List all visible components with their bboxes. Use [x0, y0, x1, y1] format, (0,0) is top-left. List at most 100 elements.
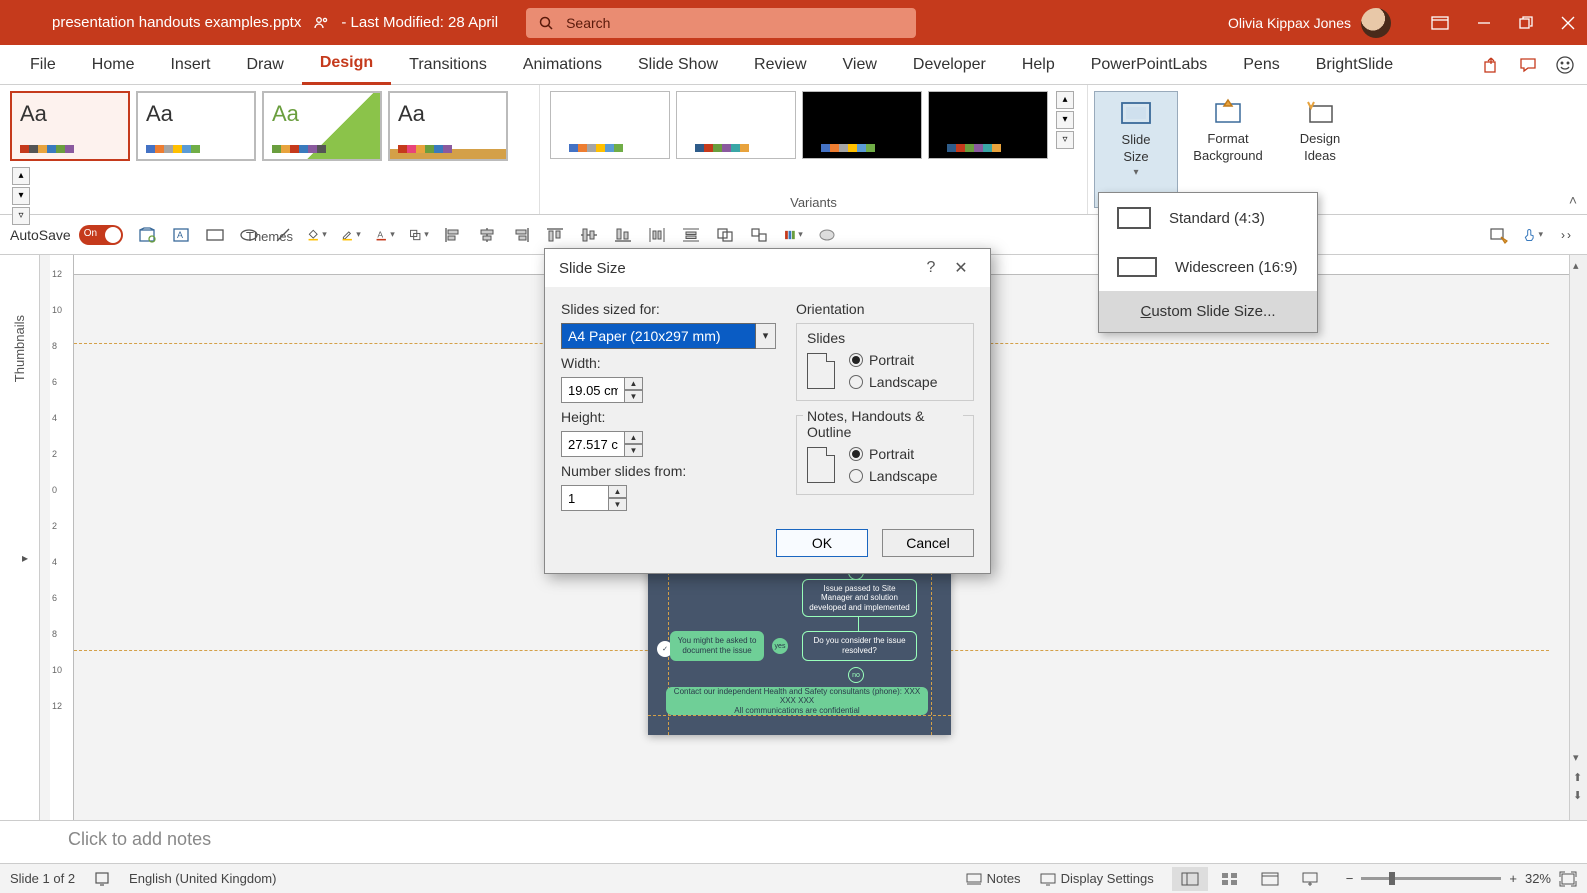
language-indicator[interactable]: English (United Kingdom) — [129, 871, 276, 886]
format-background-button[interactable]: Format Background — [1186, 91, 1270, 208]
numfrom-spinner[interactable]: ▲▼ — [609, 485, 627, 511]
chevron-right-icon[interactable]: ▸ — [22, 551, 28, 565]
align-center-h-icon[interactable] — [477, 225, 497, 245]
height-field[interactable]: ▲▼ — [561, 431, 647, 457]
variant-thumb[interactable] — [802, 91, 922, 159]
qat-icon[interactable] — [137, 225, 157, 245]
numfrom-field[interactable]: ▲▼ — [561, 485, 631, 511]
align-right-icon[interactable] — [511, 225, 531, 245]
slide-size-button[interactable]: Slide Size ▾ — [1094, 91, 1178, 208]
align-left-icon[interactable] — [443, 225, 463, 245]
sized-for-combo[interactable]: ▾ — [561, 323, 776, 349]
distribute-h-icon[interactable] — [647, 225, 667, 245]
search-box[interactable]: Search — [526, 8, 916, 38]
slides-portrait-radio[interactable]: Portrait — [849, 352, 938, 368]
slideshow-view-button[interactable] — [1292, 867, 1328, 891]
tab-insert[interactable]: Insert — [152, 45, 228, 85]
close-button[interactable] — [1561, 16, 1575, 30]
reading-view-button[interactable] — [1252, 867, 1288, 891]
tab-view[interactable]: View — [825, 45, 895, 85]
tab-pens[interactable]: Pens — [1225, 45, 1297, 85]
thumbnail-rail[interactable]: ▸ Thumbnails — [0, 255, 40, 820]
notes-pane[interactable]: Click to add notes — [0, 820, 1587, 863]
zoom-control[interactable]: − + 32% — [1346, 871, 1577, 887]
tab-draw[interactable]: Draw — [228, 45, 301, 85]
align-middle-icon[interactable] — [579, 225, 599, 245]
slide-size-custom[interactable]: Custom Slide Size... — [1099, 291, 1317, 332]
sized-for-input[interactable] — [561, 323, 756, 349]
slide-size-widescreen[interactable]: Widescreen (16:9) — [1099, 243, 1317, 291]
user-account[interactable]: Olivia Kippax Jones — [1228, 8, 1391, 38]
font-color-icon[interactable]: A — [375, 225, 395, 245]
distribute-v-icon[interactable] — [681, 225, 701, 245]
line-icon[interactable] — [273, 225, 293, 245]
normal-view-button[interactable] — [1172, 867, 1208, 891]
tab-brightslide[interactable]: BrightSlide — [1298, 45, 1411, 85]
tab-transitions[interactable]: Transitions — [391, 45, 505, 85]
overflow-icon[interactable]: ›› — [1557, 225, 1577, 245]
align-bottom-icon[interactable] — [613, 225, 633, 245]
ok-button[interactable]: OK — [776, 529, 868, 557]
variant-thumb[interactable] — [928, 91, 1048, 159]
cancel-button[interactable]: Cancel — [882, 529, 974, 557]
dialog-help-button[interactable]: ? — [916, 259, 946, 277]
fill-color-icon[interactable] — [307, 225, 327, 245]
notes-landscape-radio[interactable]: Landscape — [849, 468, 938, 484]
theme-thumb[interactable]: Aa — [10, 91, 130, 161]
accessibility-icon[interactable] — [93, 871, 111, 887]
numfrom-input[interactable] — [561, 485, 609, 511]
slides-landscape-radio[interactable]: Landscape — [849, 374, 938, 390]
design-ideas-button[interactable]: Design Ideas — [1278, 91, 1362, 208]
comments-icon[interactable] — [1519, 56, 1537, 74]
display-settings[interactable]: Display Settings — [1039, 871, 1154, 886]
zoom-in-icon[interactable]: + — [1509, 871, 1517, 886]
slide-indicator[interactable]: Slide 1 of 2 — [10, 871, 75, 886]
tab-review[interactable]: Review — [736, 45, 824, 85]
maximize-button[interactable] — [1519, 16, 1533, 30]
theme-thumb[interactable]: Aa — [136, 91, 256, 161]
sorter-view-button[interactable] — [1212, 867, 1248, 891]
zoom-percent[interactable]: 32% — [1525, 871, 1551, 886]
selection-pane-icon[interactable] — [1489, 225, 1509, 245]
align-top-icon[interactable] — [545, 225, 565, 245]
width-input[interactable] — [561, 377, 625, 403]
text-box-icon[interactable]: A — [171, 225, 191, 245]
theme-thumb[interactable]: Aa — [388, 91, 508, 161]
vertical-scrollbar[interactable]: ▴ ▾ ⬆ ⬇ — [1569, 255, 1587, 820]
tab-developer[interactable]: Developer — [895, 45, 1004, 85]
dialog-close-button[interactable]: ✕ — [946, 258, 976, 278]
smiley-icon[interactable] — [1555, 55, 1575, 75]
zoom-slider[interactable] — [1361, 877, 1501, 880]
slide-size-standard[interactable]: Standard (4:3) — [1099, 193, 1317, 243]
share-icon[interactable] — [1483, 56, 1501, 74]
tab-powerpointlabs[interactable]: PowerPointLabs — [1073, 45, 1226, 85]
rectangle-icon[interactable] — [205, 225, 225, 245]
notes-toggle[interactable]: Notes — [965, 871, 1021, 886]
tab-home[interactable]: Home — [74, 45, 153, 85]
theme-thumb[interactable]: Aa — [262, 91, 382, 161]
variant-thumb[interactable] — [550, 91, 670, 159]
group-icon[interactable] — [715, 225, 735, 245]
tab-help[interactable]: Help — [1004, 45, 1073, 85]
tab-file[interactable]: File — [12, 45, 74, 85]
shape-icon[interactable] — [817, 225, 837, 245]
presence-icon[interactable] — [313, 15, 329, 31]
combo-dropdown-icon[interactable]: ▾ — [756, 323, 776, 349]
ungroup-icon[interactable] — [749, 225, 769, 245]
ribbon-display-icon[interactable] — [1431, 16, 1449, 30]
height-input[interactable] — [561, 431, 625, 457]
tab-slideshow[interactable]: Slide Show — [620, 45, 736, 85]
outline-color-icon[interactable] — [341, 225, 361, 245]
width-spinner[interactable]: ▲▼ — [625, 377, 643, 403]
variant-gallery-scroll[interactable]: ▴▾▿ — [1056, 91, 1076, 149]
color-match-icon[interactable] — [783, 225, 803, 245]
theme-gallery-scroll[interactable]: ▴▾▿ — [12, 167, 32, 225]
minimize-button[interactable] — [1477, 16, 1491, 30]
height-spinner[interactable]: ▲▼ — [625, 431, 643, 457]
fit-to-window-icon[interactable] — [1559, 871, 1577, 887]
notes-portrait-radio[interactable]: Portrait — [849, 446, 938, 462]
tab-design[interactable]: Design — [302, 45, 391, 85]
variant-thumb[interactable] — [676, 91, 796, 159]
tab-animations[interactable]: Animations — [505, 45, 620, 85]
zoom-out-icon[interactable]: − — [1346, 871, 1354, 886]
